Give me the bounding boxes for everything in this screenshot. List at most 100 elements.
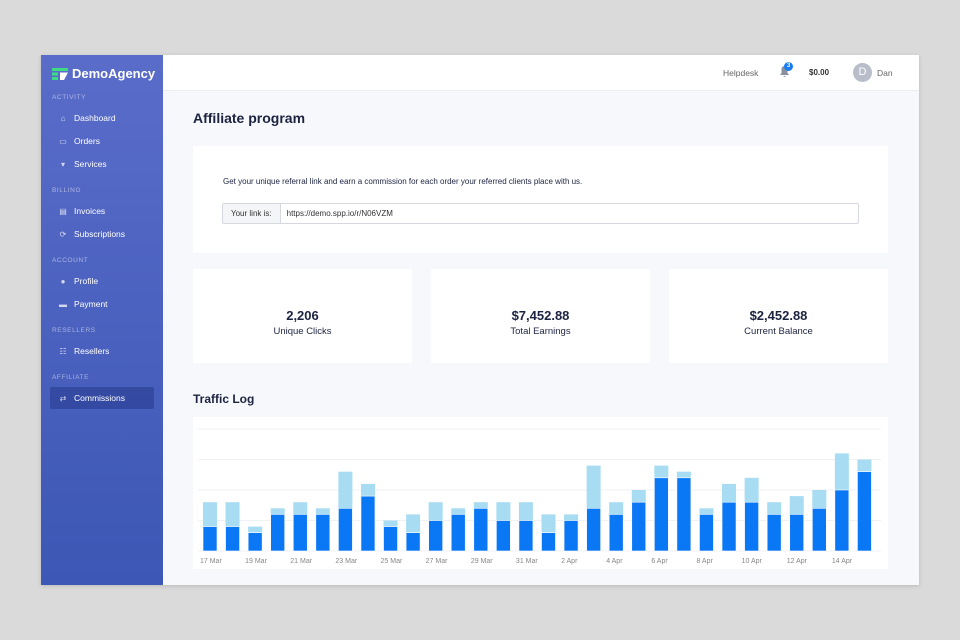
sidebar-item-label: Services bbox=[74, 159, 107, 169]
x-tick-label: 4 Apr bbox=[606, 558, 623, 565]
sidebar-item-orders[interactable]: ▭ Orders bbox=[50, 130, 154, 152]
bar-primary[interactable] bbox=[292, 514, 308, 552]
referral-link-field[interactable]: Your link is: https://demo.spp.io/r/N06V… bbox=[222, 203, 859, 224]
sidebar-section-title: ACTIVITY bbox=[52, 94, 87, 101]
bar-primary[interactable] bbox=[766, 514, 782, 552]
bar-primary[interactable] bbox=[225, 526, 240, 552]
logo-icon bbox=[52, 67, 68, 80]
card-icon: ▬ bbox=[59, 299, 67, 309]
sidebar-item-dashboard[interactable]: ⌂ Dashboard bbox=[50, 107, 154, 129]
x-tick-label: 21 Mar bbox=[290, 558, 312, 565]
bar-primary[interactable] bbox=[654, 477, 669, 552]
x-tick-label: 31 Mar bbox=[516, 558, 538, 565]
sidebar-section-title: ACCOUNT bbox=[52, 257, 89, 264]
handshake-icon: ⇄ bbox=[59, 393, 67, 403]
stat-value: 2,206 bbox=[286, 308, 319, 323]
bar-primary[interactable] bbox=[631, 501, 647, 552]
x-tick-label: 8 Apr bbox=[696, 558, 713, 565]
sidebar-item-invoices[interactable]: ▤ Invoices bbox=[50, 200, 154, 222]
helpdesk-link[interactable]: Helpdesk bbox=[723, 68, 758, 78]
stat-card: $2,452.88 Current Balance bbox=[669, 269, 888, 363]
bar-primary[interactable] bbox=[383, 526, 398, 552]
bar-primary[interactable] bbox=[496, 520, 511, 552]
sidebar-item-profile[interactable]: ● Profile bbox=[50, 270, 154, 292]
x-tick-label: 6 Apr bbox=[651, 558, 668, 565]
stat-card: $7,452.88 Total Earnings bbox=[431, 269, 650, 363]
bar-primary[interactable] bbox=[518, 520, 534, 552]
x-tick-label: 14 Apr bbox=[832, 558, 853, 565]
bar-primary[interactable] bbox=[405, 532, 421, 552]
bar-primary[interactable] bbox=[473, 508, 489, 552]
bar-primary[interactable] bbox=[428, 520, 443, 552]
stat-value: $7,452.88 bbox=[511, 308, 570, 323]
bar-primary[interactable] bbox=[721, 501, 737, 552]
bar-primary[interactable] bbox=[563, 520, 579, 552]
bar-primary[interactable] bbox=[811, 508, 827, 552]
user-name: Dan bbox=[877, 67, 893, 78]
x-tick-label: 19 Mar bbox=[245, 558, 267, 565]
cart-icon: ▾ bbox=[60, 159, 65, 169]
stat-label: Unique Clicks bbox=[273, 326, 332, 337]
x-tick-label: 23 Mar bbox=[335, 558, 357, 565]
user-menu[interactable]: D Dan bbox=[853, 63, 893, 82]
x-tick-label: 17 Mar bbox=[200, 558, 222, 565]
bar-primary[interactable] bbox=[270, 514, 285, 552]
bar-primary[interactable] bbox=[676, 477, 692, 552]
account-balance[interactable]: $0.00 bbox=[809, 68, 829, 77]
sidebar-section-title: BILLING bbox=[52, 187, 82, 194]
referral-link-value[interactable]: https://demo.spp.io/r/N06VZM bbox=[281, 204, 399, 223]
sidebar: DemoAgency ACTIVITY ⌂ Dashboard ▭ Orders ▾ Ser… bbox=[41, 55, 163, 585]
bar-primary[interactable] bbox=[338, 508, 353, 552]
traffic-log-title: Traffic Log bbox=[193, 392, 255, 406]
top-bar: Helpdesk 3 $0.00 D Dan bbox=[163, 55, 919, 91]
notifications-button[interactable]: 3 bbox=[780, 62, 793, 79]
x-tick-label: 27 Mar bbox=[426, 558, 448, 565]
refresh-icon: ⟳ bbox=[59, 229, 67, 239]
x-tick-label: 12 Apr bbox=[787, 558, 808, 565]
inbox-icon: ▭ bbox=[59, 136, 67, 146]
app-window: DemoAgency ACTIVITY ⌂ Dashboard ▭ Orders ▾ Ser… bbox=[41, 55, 919, 585]
bar-primary[interactable] bbox=[699, 514, 714, 552]
page-title: Affiliate program bbox=[193, 110, 306, 126]
notification-badge: 3 bbox=[784, 62, 793, 71]
user-icon: ● bbox=[60, 276, 66, 286]
sidebar-item-commissions[interactable]: ⇄ Commissions bbox=[50, 387, 154, 409]
x-tick-label: 29 Mar bbox=[471, 558, 493, 565]
sidebar-item-label: Resellers bbox=[74, 346, 110, 356]
referral-link-label: Your link is: bbox=[223, 204, 281, 223]
x-tick-label: 10 Apr bbox=[742, 558, 763, 565]
sidebar-item-label: Dashboard bbox=[74, 113, 116, 123]
bar-primary[interactable] bbox=[541, 532, 556, 552]
bar-primary[interactable] bbox=[315, 514, 331, 552]
brand-name: DemoAgency bbox=[72, 66, 156, 81]
bar-primary[interactable] bbox=[608, 514, 624, 552]
referral-card: Get your unique referral link and earn a… bbox=[193, 146, 888, 253]
bar-primary[interactable] bbox=[857, 471, 872, 552]
sidebar-section-title: RESELLERS bbox=[52, 327, 96, 334]
bar-primary[interactable] bbox=[202, 526, 218, 552]
stat-label: Current Balance bbox=[744, 326, 813, 337]
stat-card: 2,206 Unique Clicks bbox=[193, 269, 412, 363]
brand-logo[interactable]: DemoAgency bbox=[52, 66, 155, 81]
referral-description: Get your unique referral link and earn a… bbox=[223, 177, 583, 186]
bar-primary[interactable] bbox=[789, 514, 805, 552]
sidebar-item-label: Commissions bbox=[74, 393, 126, 403]
home-icon: ⌂ bbox=[60, 113, 66, 123]
sidebar-item-label: Orders bbox=[74, 136, 100, 146]
sitemap-icon: ☷ bbox=[59, 346, 67, 356]
sidebar-item-payment[interactable]: ▬ Payment bbox=[50, 293, 154, 315]
sidebar-item-subscriptions[interactable]: ⟳ Subscriptions bbox=[50, 223, 154, 245]
bar-primary[interactable] bbox=[834, 489, 850, 552]
x-tick-label: 2 Apr bbox=[561, 558, 578, 565]
sidebar-item-label: Profile bbox=[74, 276, 99, 286]
traffic-chart-card: 17 Mar 19 Mar 21 Mar 23 Mar 25 Mar 27 Mar 29 M… bbox=[193, 417, 888, 569]
bar-primary[interactable] bbox=[586, 508, 601, 552]
bar-primary[interactable] bbox=[450, 514, 466, 552]
bar-primary[interactable] bbox=[360, 495, 376, 552]
bar-primary[interactable] bbox=[744, 501, 759, 552]
avatar: D bbox=[853, 63, 872, 82]
stat-value: $2,452.88 bbox=[749, 308, 808, 323]
sidebar-item-resellers[interactable]: ☷ Resellers bbox=[50, 340, 154, 362]
sidebar-item-services[interactable]: ▾ Services bbox=[50, 153, 154, 175]
bar-primary[interactable] bbox=[247, 532, 263, 552]
